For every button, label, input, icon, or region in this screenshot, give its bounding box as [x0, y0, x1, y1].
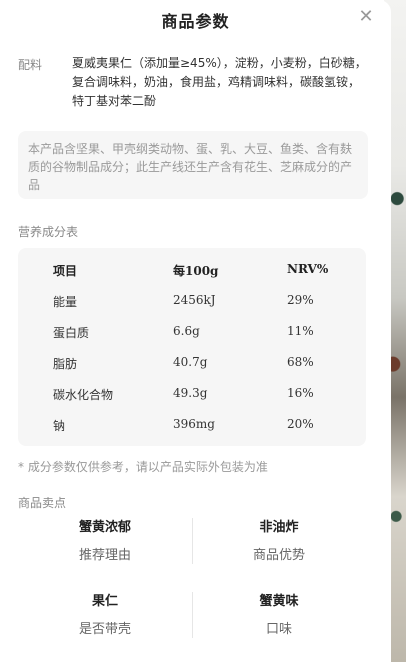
header-item: 项目 — [53, 264, 78, 278]
nutrient-amount: 6.6g — [173, 324, 200, 338]
nutrient-amount: 396mg — [173, 417, 215, 431]
nutrition-header-row: 项目 每100g NRV% — [18, 262, 366, 282]
selling-point-key: 推荐理由 — [78, 548, 131, 563]
selling-point-value: 蟹黄味 — [259, 594, 299, 609]
ingredients-text: 夏威夷果仁（添加量≥45%），淀粉，小麦粉，白砂糖，复合调味料，奶油，食用盐，鸡… — [72, 56, 367, 108]
nutrient-nrv: 16% — [287, 386, 314, 400]
table-row: 蛋白质 6.6g 11% — [18, 324, 366, 344]
nutrition-section-title: 营养成分表 — [18, 225, 79, 239]
header-per-100g: 每100g — [173, 264, 219, 278]
nutrient-name: 能量 — [53, 295, 78, 309]
nutrient-amount: 2456kJ — [173, 293, 216, 307]
nutrient-nrv: 68% — [287, 355, 314, 369]
selling-point-item: 蟹黄浓郁 推荐理由 — [18, 518, 192, 564]
nutrient-amount: 49.3g — [173, 386, 208, 400]
table-row: 钠 396mg 20% — [18, 417, 366, 437]
product-params-sheet: 商品参数 ✕ 配料 夏威夷果仁（添加量≥45%），淀粉，小麦粉，白砂糖，复合调味… — [0, 0, 391, 662]
nutrient-nrv: 11% — [287, 324, 314, 338]
selling-point-key: 是否带壳 — [78, 622, 131, 637]
selling-points-grid: 蟹黄浓郁 推荐理由 非油炸 商品优势 果仁 是否带壳 蟹黄味 口味 — [18, 518, 366, 646]
ingredients-label: 配料 — [18, 58, 43, 72]
selling-point-key: 口味 — [265, 622, 292, 637]
selling-points-section-title: 商品卖点 — [18, 496, 67, 510]
selling-point-item: 蟹黄味 口味 — [192, 592, 366, 638]
table-row: 能量 2456kJ 29% — [18, 293, 366, 313]
sheet-title: 商品参数 — [161, 12, 230, 31]
disclaimer-text: * 成分参数仅供参考，请以产品实际外包装为准 — [18, 460, 268, 474]
nutrient-name: 碳水化合物 — [53, 388, 114, 402]
selling-point-key: 商品优势 — [252, 548, 305, 563]
allergen-notice: 本产品含坚果、甲壳纲类动物、蛋、乳、大豆、鱼类、含有麸质的谷物制品成分；此生产线… — [18, 131, 368, 199]
nutrient-name: 钠 — [53, 419, 66, 433]
nutrient-nrv: 20% — [287, 417, 314, 431]
selling-point-item: 非油炸 商品优势 — [192, 518, 366, 564]
table-row: 脂肪 40.7g 68% — [18, 355, 366, 375]
nutrient-amount: 40.7g — [173, 355, 208, 369]
nutrient-name: 蛋白质 — [53, 326, 90, 340]
selling-point-value: 蟹黄浓郁 — [78, 520, 131, 535]
nutrient-nrv: 29% — [287, 293, 314, 307]
nutrition-table: 项目 每100g NRV% 能量 2456kJ 29% 蛋白质 6.6g 11%… — [18, 248, 366, 446]
close-icon[interactable]: ✕ — [357, 8, 375, 26]
selling-point-value: 非油炸 — [259, 520, 299, 535]
selling-point-value: 果仁 — [91, 594, 118, 609]
selling-point-item: 果仁 是否带壳 — [18, 592, 192, 638]
table-row: 碳水化合物 49.3g 16% — [18, 386, 366, 406]
nutrient-name: 脂肪 — [53, 357, 78, 371]
header-nrv: NRV% — [287, 262, 329, 276]
